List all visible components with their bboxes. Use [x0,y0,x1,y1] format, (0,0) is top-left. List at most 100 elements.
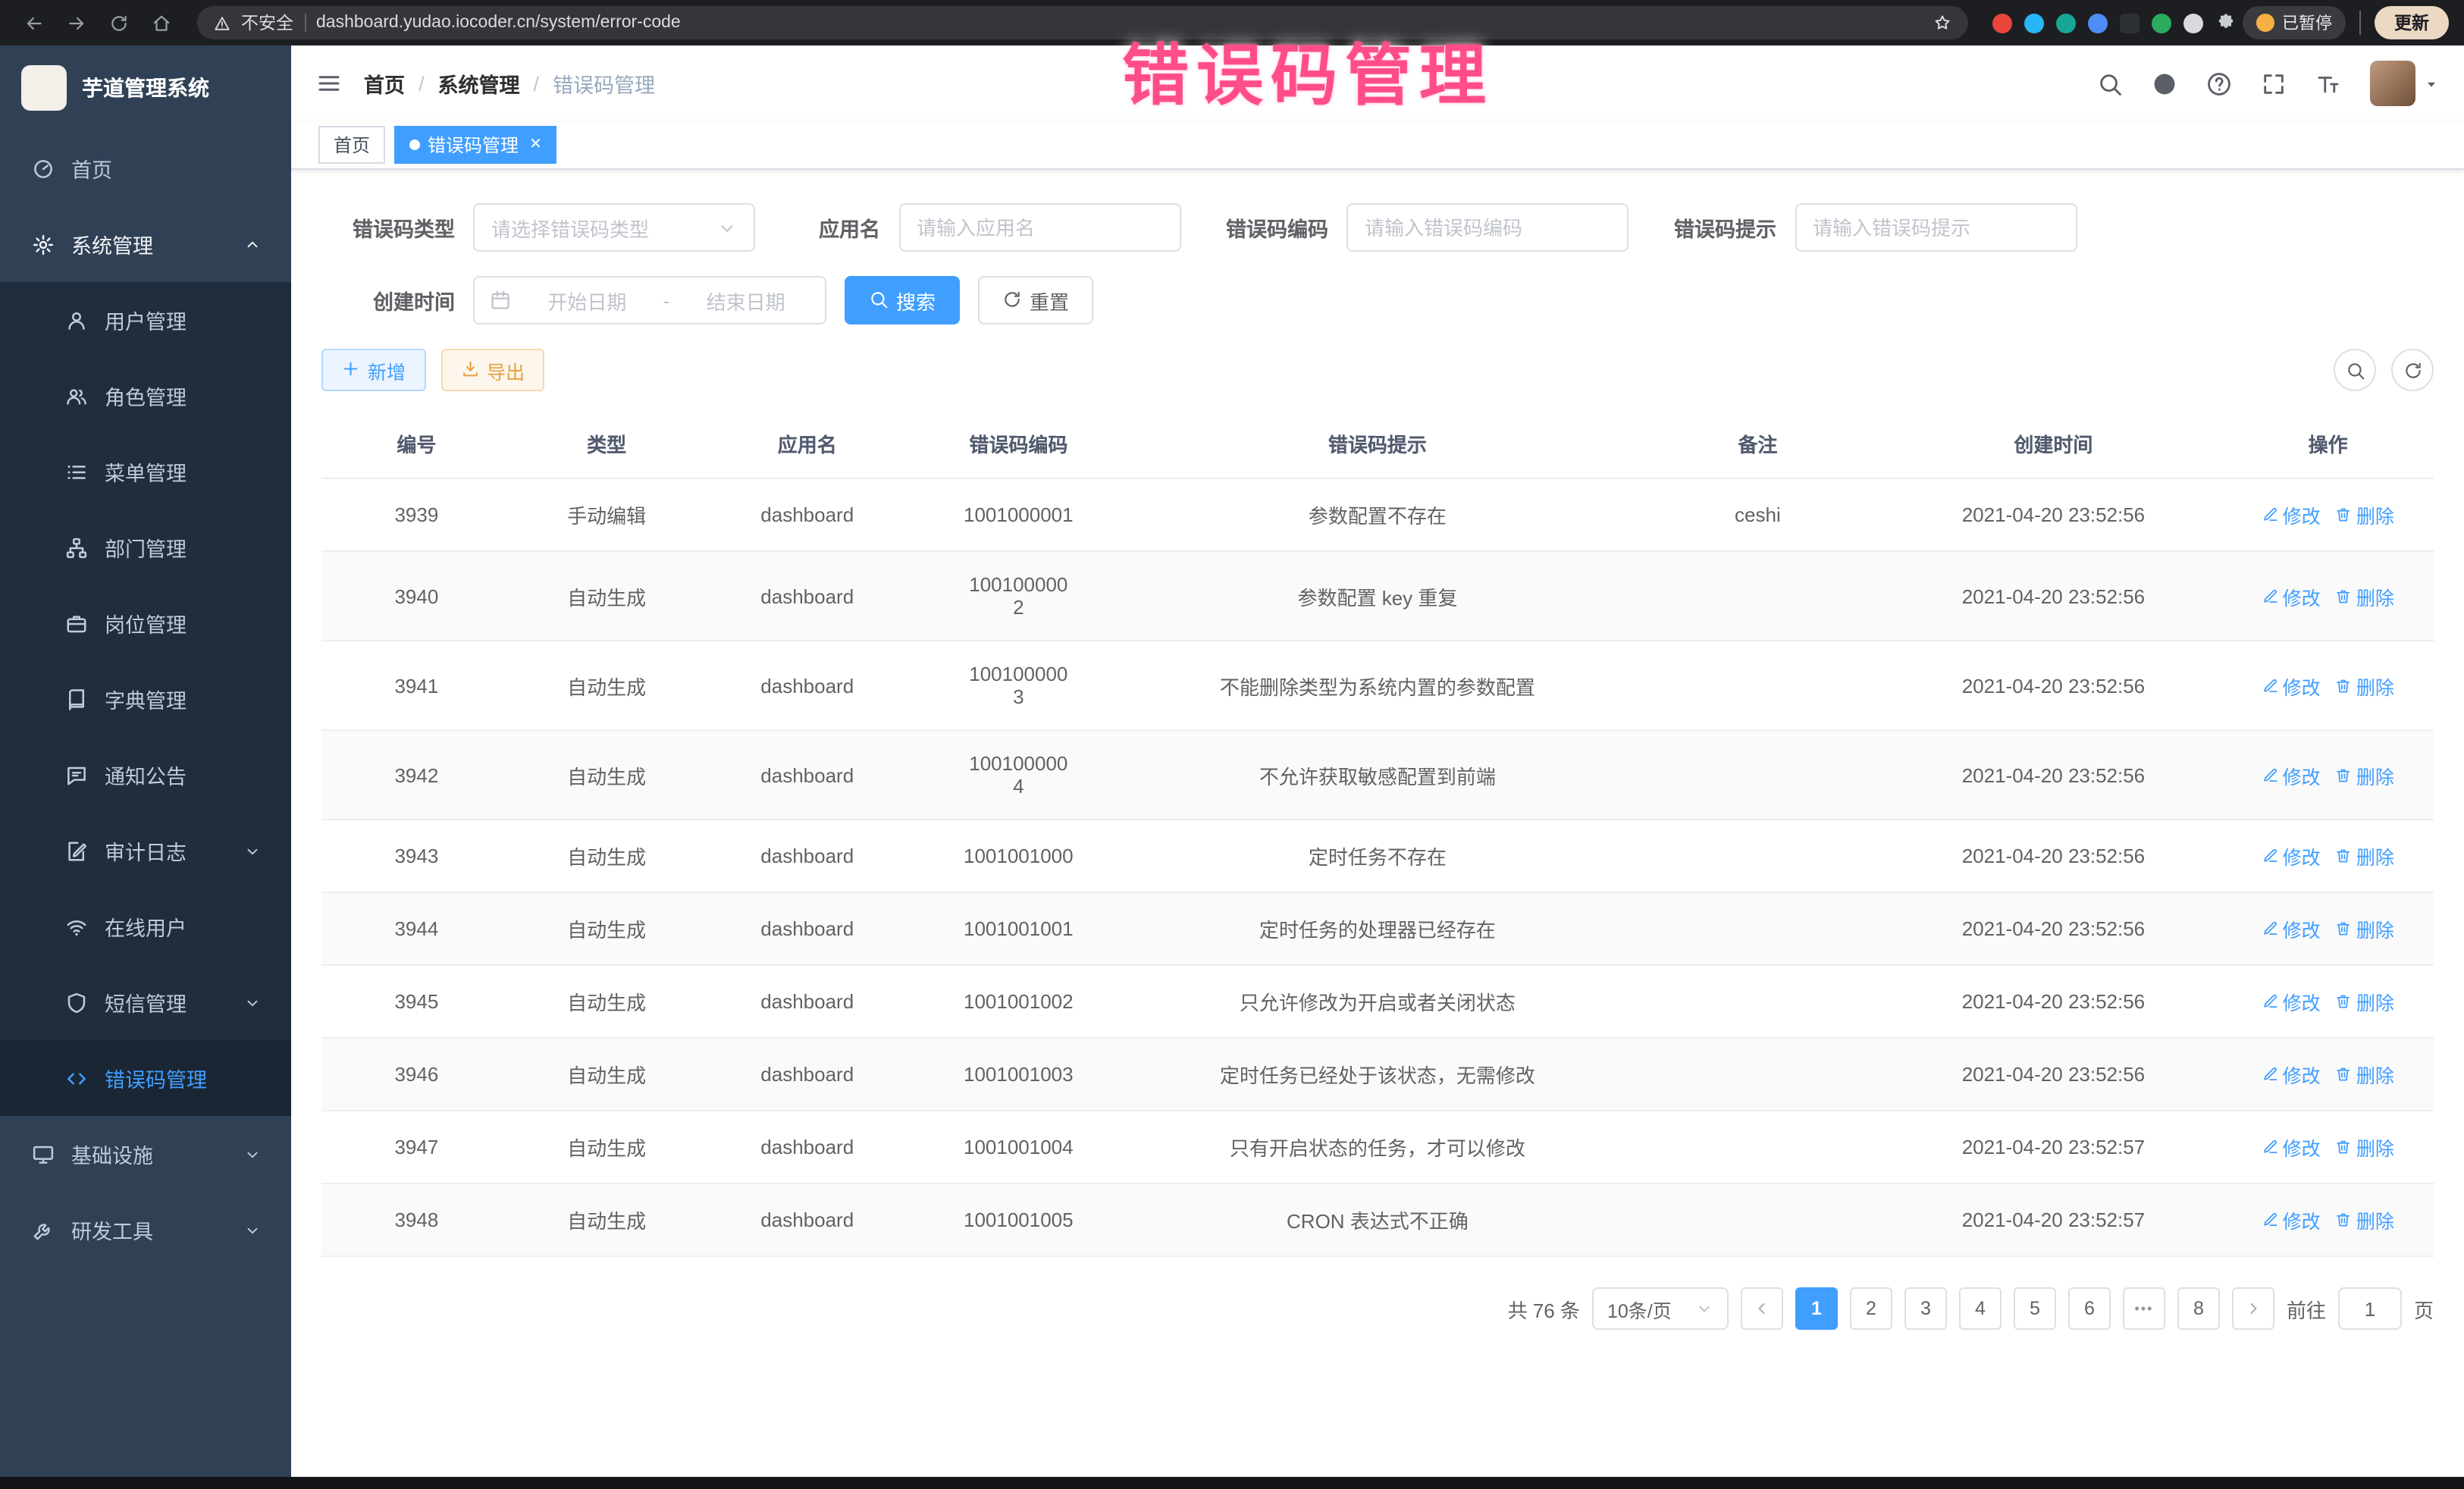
extension-icon[interactable] [2183,13,2203,33]
export-button[interactable]: 导出 [440,349,544,391]
tab-error-code-management[interactable]: 错误码管理✕ [394,126,557,164]
edit-link[interactable]: 修改 [2262,500,2320,529]
search-button[interactable]: 搜索 [845,276,960,324]
sidebar-item-error-code-management[interactable]: 错误码管理 [0,1040,291,1116]
page-button-4[interactable]: 4 [1959,1287,2002,1330]
cell-code: 100100000 3 [913,641,1124,729]
delete-link[interactable]: 删除 [2336,760,2394,789]
error-code-input[interactable] [1346,203,1629,252]
delete-link[interactable]: 删除 [2336,671,2394,700]
back-icon[interactable] [15,5,52,41]
extension-icon[interactable] [2088,13,2108,33]
sidebar-item-system-management[interactable]: 系统管理 [0,206,291,282]
reload-icon[interactable] [100,5,136,41]
app-logo[interactable]: 芋道管理系统 [0,45,291,130]
page-button-6[interactable]: 6 [2068,1287,2111,1330]
breadcrumb-item[interactable]: 系统管理 [438,68,520,99]
sidebar-item-notice-announcement[interactable]: 通知公告 [0,737,291,813]
error-hint-input[interactable] [1795,203,2077,252]
page-button-5[interactable]: 5 [2014,1287,2056,1330]
create-time-range-picker[interactable]: 开始日期 - 结束日期 [473,276,826,324]
edit-icon [2262,1209,2277,1230]
toggle-search-button[interactable] [2334,349,2376,391]
sidebar-item-sms-management[interactable]: 短信管理 [0,964,291,1040]
delete-link[interactable]: 删除 [2336,500,2394,529]
sidebar-item-online-users[interactable]: 在线用户 [0,889,291,964]
cell-app: dashboard [701,823,913,889]
extension-icon[interactable] [2056,13,2076,33]
profile-paused-badge[interactable]: 已暂停 [2243,6,2346,39]
help-icon[interactable] [2206,71,2232,96]
pagination-ellipsis[interactable]: ••• [2123,1287,2165,1330]
user-menu[interactable] [2370,61,2440,106]
sidebar-item-dev-tools[interactable]: 研发工具 [0,1192,291,1268]
forward-icon[interactable] [58,5,94,41]
edit-link[interactable]: 修改 [2262,671,2320,700]
bookmark-star-icon[interactable] [1933,14,1951,32]
sidebar-toggle-icon[interactable] [315,70,343,97]
page-button-2[interactable]: 2 [1850,1287,1892,1330]
edit-link[interactable]: 修改 [2262,987,2320,1016]
page-button-3[interactable]: 3 [1904,1287,1947,1330]
extension-icon[interactable] [2152,13,2171,33]
edit-link[interactable]: 修改 [2262,1205,2320,1234]
address-bar[interactable]: 不安全 dashboard.yudao.iocoder.cn/system/er… [197,6,1968,39]
breadcrumb-item[interactable]: 首页 [364,68,405,99]
sidebar-item-dict-management[interactable]: 字典管理 [0,661,291,737]
trash-icon [2336,585,2352,607]
cell-time: 2021-04-20 23:52:56 [1885,653,2223,718]
delete-link[interactable]: 删除 [2336,581,2394,610]
delete-link[interactable]: 删除 [2336,1205,2394,1234]
extension-icon[interactable] [1992,13,2012,33]
font-size-icon[interactable] [2315,71,2341,96]
edit-link[interactable]: 修改 [2262,760,2320,789]
sidebar-item-user-management[interactable]: 用户管理 [0,282,291,358]
sidebar-item-role-management[interactable]: 角色管理 [0,358,291,434]
browser-update-button[interactable]: 更新 [2375,6,2449,39]
page-button-8[interactable]: 8 [2177,1287,2220,1330]
cell-id: 3945 [321,969,512,1034]
delete-link[interactable]: 删除 [2336,987,2394,1016]
refresh-table-button[interactable] [2391,349,2434,391]
sidebar-item-home[interactable]: 首页 [0,130,291,206]
search-icon[interactable] [2097,71,2123,96]
sidebar-item-label: 用户管理 [105,305,291,335]
edit-link[interactable]: 修改 [2262,581,2320,610]
edit-link[interactable]: 修改 [2262,1060,2320,1089]
github-icon[interactable] [2152,71,2177,96]
app-name-input[interactable] [898,203,1180,252]
cell-hint: 只有开启状态的任务，才可以修改 [1124,1111,1632,1183]
next-page-button[interactable] [2232,1287,2274,1330]
cell-app: dashboard [701,1042,913,1107]
tab-home[interactable]: 首页 [318,126,385,164]
sidebar-item-dept-management[interactable]: 部门管理 [0,509,291,585]
fullscreen-icon[interactable] [2261,71,2287,96]
error-code-type-select[interactable]: 请选择错误码类型 [473,203,755,252]
sidebar-item-infrastructure[interactable]: 基础设施 [0,1116,291,1192]
delete-link[interactable]: 删除 [2336,1060,2394,1089]
cell-time: 2021-04-20 23:52:56 [1885,1042,2223,1107]
sidebar-item-post-management[interactable]: 岗位管理 [0,585,291,661]
edit-link[interactable]: 修改 [2262,914,2320,943]
extension-icon[interactable] [2120,13,2140,33]
goto-page-input[interactable] [2338,1287,2402,1330]
page-button-1[interactable]: 1 [1795,1287,1838,1330]
dashboard-icon [30,157,56,180]
edit-link[interactable]: 修改 [2262,842,2320,870]
close-icon[interactable]: ✕ [529,136,542,153]
sidebar-item-menu-management[interactable]: 菜单管理 [0,434,291,509]
sidebar-item-audit-log[interactable]: 审计日志 [0,813,291,889]
table-header: 编号类型应用名错误码编码错误码提示备注创建时间操作 [321,409,2434,479]
prev-page-button[interactable] [1741,1287,1783,1330]
delete-link[interactable]: 删除 [2336,842,2394,870]
reset-button[interactable]: 重置 [978,276,1093,324]
cell-code: 1001001003 [913,1042,1124,1107]
delete-link[interactable]: 删除 [2336,1133,2394,1161]
extension-icon[interactable] [2024,13,2044,33]
extensions-puzzle-icon[interactable] [2215,12,2237,33]
home-icon[interactable] [143,5,179,41]
delete-link[interactable]: 删除 [2336,914,2394,943]
edit-link[interactable]: 修改 [2262,1133,2320,1161]
page-size-select[interactable]: 10条/页 [1592,1287,1729,1330]
add-button[interactable]: 新增 [321,349,425,391]
